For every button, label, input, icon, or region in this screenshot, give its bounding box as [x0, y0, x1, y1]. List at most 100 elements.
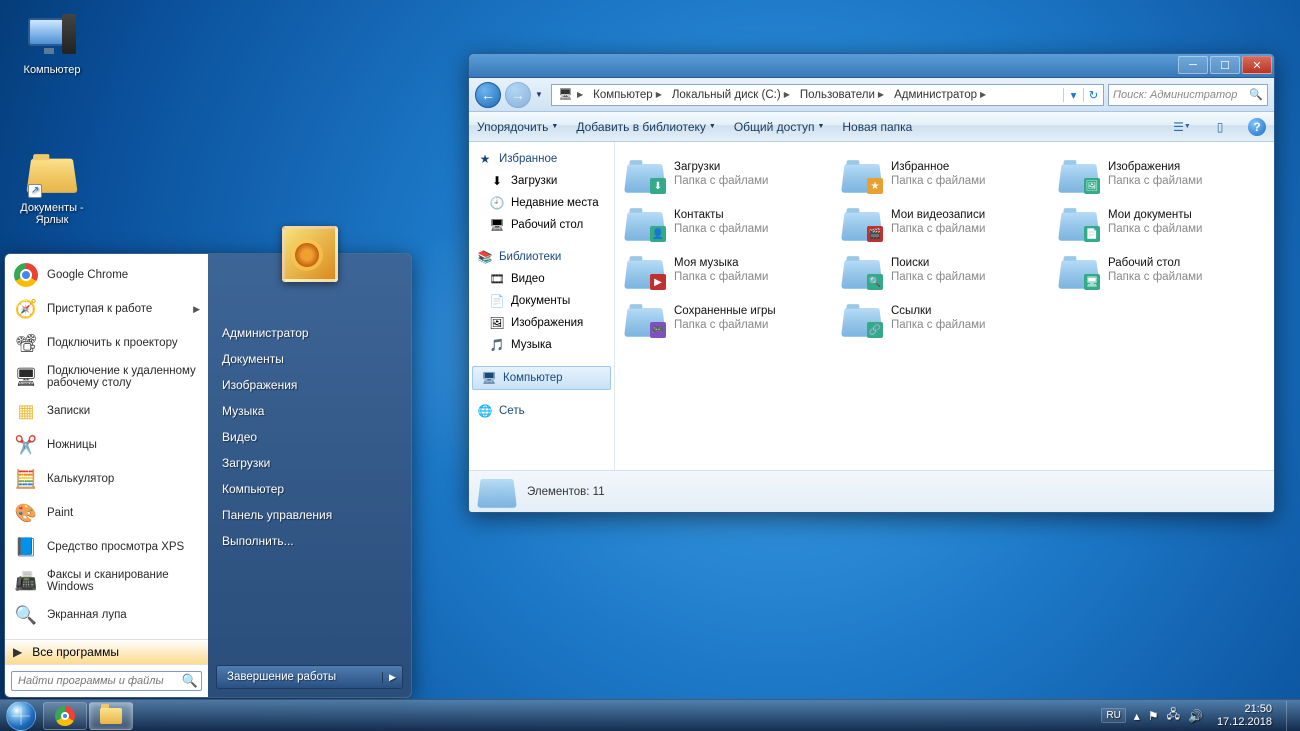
toolbar-add-to-library[interactable]: Добавить в библиотеку▼: [576, 120, 715, 134]
toolbar-organize[interactable]: Упорядочить▼: [477, 120, 558, 134]
help-button[interactable]: ?: [1248, 118, 1266, 136]
breadcrumb-seg[interactable]: Администратор▶: [888, 89, 990, 101]
sm-link-control-panel[interactable]: Панель управления: [208, 502, 411, 528]
folder-icon: 📄: [1060, 202, 1100, 242]
taskbar-explorer[interactable]: [89, 702, 133, 730]
show-desktop-button[interactable]: [1286, 701, 1296, 731]
user-avatar[interactable]: [282, 226, 338, 282]
breadcrumb-seg[interactable]: Компьютер▶: [587, 89, 666, 101]
sm-link-user[interactable]: Администратор: [208, 320, 411, 346]
windows-orb-icon: [6, 701, 36, 731]
folder-item[interactable]: ⬇ЗагрузкиПапка с файлами: [619, 150, 836, 198]
tray-network-icon[interactable]: 🖧: [1167, 705, 1180, 726]
folder-name: Сохраненные игры: [674, 304, 776, 318]
sidebar-item-recent[interactable]: 🕘 Недавние места: [469, 192, 614, 214]
nav-history-dropdown[interactable]: ▼: [535, 90, 547, 99]
shutdown-button[interactable]: Завершение работы ▶: [216, 665, 403, 689]
search-input[interactable]: [11, 671, 202, 691]
tray-show-hidden-icon[interactable]: ▴: [1134, 709, 1140, 723]
sidebar-libraries-header[interactable]: 📚 Библиотеки: [469, 246, 614, 268]
language-indicator[interactable]: RU: [1101, 708, 1125, 723]
close-button[interactable]: ✕: [1242, 56, 1272, 74]
breadcrumb-root[interactable]: 🖥 ▶: [552, 87, 587, 103]
start-menu-item[interactable]: 🔍Экранная лупа: [5, 598, 208, 632]
sidebar-item-computer[interactable]: 🖥 Компьютер: [472, 366, 611, 390]
start-menu-item[interactable]: 📘Средство просмотра XPS: [5, 530, 208, 564]
taskbar-chrome[interactable]: [43, 702, 87, 730]
breadcrumb-dropdown[interactable]: ▾: [1063, 88, 1083, 102]
nav-forward-button[interactable]: →: [505, 82, 531, 108]
desktop: Компьютер ↗ Документы - Ярлык ─ ☐ ✕ ← → …: [0, 0, 1300, 731]
folder-item[interactable]: 🖼ИзображенияПапка с файлами: [1053, 150, 1270, 198]
desktop-icon-computer[interactable]: Компьютер: [12, 12, 92, 76]
all-programs-button[interactable]: ▶ Все программы: [5, 639, 208, 664]
folder-item[interactable]: 🎬Мои видеозаписиПапка с файлами: [836, 198, 1053, 246]
window-titlebar[interactable]: ─ ☐ ✕: [469, 54, 1274, 78]
preview-pane-button[interactable]: ▯: [1210, 117, 1230, 137]
explorer-nav: ← → ▼ 🖥 ▶ Компьютер▶ Локальный диск (C:)…: [469, 78, 1274, 112]
sm-link-run[interactable]: Выполнить...: [208, 528, 411, 554]
computer-icon: 🖥: [481, 370, 497, 386]
start-menu-item[interactable]: 🎨Paint: [5, 496, 208, 530]
sm-link-pictures[interactable]: Изображения: [208, 372, 411, 398]
breadcrumb-seg[interactable]: Пользователи▶: [794, 89, 888, 101]
folder-icon: 👤: [626, 202, 666, 242]
start-menu-item[interactable]: 📽Подключить к проектору: [5, 326, 208, 360]
start-menu-item[interactable]: 🧮Калькулятор: [5, 462, 208, 496]
tray-volume-icon[interactable]: 🔊: [1188, 709, 1203, 723]
desktop-icon-documents-shortcut[interactable]: ↗ Документы - Ярлык: [12, 150, 92, 226]
maximize-button[interactable]: ☐: [1210, 56, 1240, 74]
start-menu-item[interactable]: ▦Записки: [5, 394, 208, 428]
start-menu-item-label: Ножницы: [47, 439, 97, 451]
folder-name: Моя музыка: [674, 256, 768, 270]
folder-item[interactable]: 🔗СсылкиПапка с файлами: [836, 294, 1053, 342]
start-menu-item[interactable]: ✂️Ножницы: [5, 428, 208, 462]
start-menu-item-label: Paint: [47, 507, 73, 519]
sidebar-item-network[interactable]: 🌐 Сеть: [469, 400, 614, 422]
network-icon: 🌐: [477, 403, 493, 419]
sidebar-item-videos[interactable]: 🎞 Видео: [469, 268, 614, 290]
desktop-icon: 🖥: [489, 217, 505, 233]
start-menu-item[interactable]: 📠Факсы и сканирование Windows: [5, 564, 208, 598]
sm-link-music[interactable]: Музыка: [208, 398, 411, 424]
start-menu-item[interactable]: 🖥Подключение к удаленному рабочему столу: [5, 360, 208, 394]
sm-link-videos[interactable]: Видео: [208, 424, 411, 450]
folder-item[interactable]: 👤КонтактыПапка с файлами: [619, 198, 836, 246]
sidebar-item-pictures[interactable]: 🖼 Изображения: [469, 312, 614, 334]
folder-item[interactable]: 🔍ПоискиПапка с файлами: [836, 246, 1053, 294]
sidebar-item-desktop[interactable]: 🖥 Рабочий стол: [469, 214, 614, 236]
start-button[interactable]: [0, 700, 42, 731]
folder-icon: ▶: [626, 250, 666, 290]
folder-item[interactable]: ★ИзбранноеПапка с файлами: [836, 150, 1053, 198]
folder-item[interactable]: 📄Мои документыПапка с файлами: [1053, 198, 1270, 246]
breadcrumb-seg[interactable]: Локальный диск (C:)▶: [666, 89, 794, 101]
nav-back-button[interactable]: ←: [475, 82, 501, 108]
sidebar-item-music[interactable]: 🎵 Музыка: [469, 334, 614, 356]
sidebar-item-documents[interactable]: 📄 Документы: [469, 290, 614, 312]
toolbar-share[interactable]: Общий доступ▼: [734, 120, 825, 134]
sm-link-documents[interactable]: Документы: [208, 346, 411, 372]
start-menu-item[interactable]: Google Chrome: [5, 258, 208, 292]
folder-subtitle: Папка с файлами: [674, 270, 768, 284]
shutdown-options-arrow[interactable]: ▶: [382, 672, 402, 683]
tray-flag-icon[interactable]: ⚑: [1148, 709, 1159, 723]
sm-link-computer[interactable]: Компьютер: [208, 476, 411, 502]
folder-item[interactable]: 🖥Рабочий столПапка с файлами: [1053, 246, 1270, 294]
start-menu-item[interactable]: 🧭Приступая к работе▶: [5, 292, 208, 326]
folder-item[interactable]: ▶ Моя музыкаПапка с файлами: [619, 246, 836, 294]
start-menu-programs: Google Chrome🧭Приступая к работе▶📽Подклю…: [5, 254, 208, 639]
minimize-button[interactable]: ─: [1178, 56, 1208, 74]
sidebar-item-downloads[interactable]: ⬇ Загрузки: [469, 170, 614, 192]
toolbar-new-folder[interactable]: Новая папка: [842, 120, 912, 134]
folder-icon: ★: [843, 154, 883, 194]
view-options-button[interactable]: ☰▼: [1172, 117, 1192, 137]
sidebar-favorites-header[interactable]: ★ Избранное: [469, 148, 614, 170]
sm-link-downloads[interactable]: Загрузки: [208, 450, 411, 476]
folder-name: Ссылки: [891, 304, 985, 318]
search-input[interactable]: Поиск: Администратор 🔍: [1108, 84, 1268, 106]
clock[interactable]: 21:50 17.12.2018: [1211, 701, 1278, 731]
folder-subtitle: Папка с файлами: [674, 318, 776, 332]
desktop-icon-label: Документы - Ярлык: [12, 202, 92, 226]
refresh-button[interactable]: ↻: [1083, 88, 1103, 102]
folder-item[interactable]: 🎮Сохраненные игрыПапка с файлами: [619, 294, 836, 342]
